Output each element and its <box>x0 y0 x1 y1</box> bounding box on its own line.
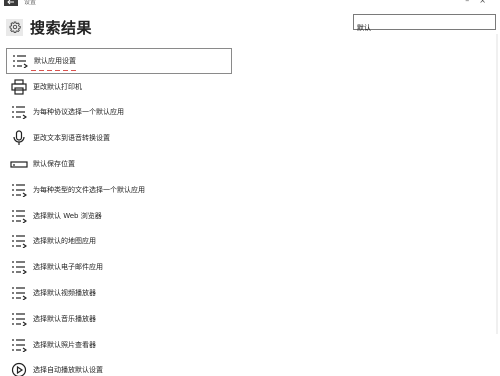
scrollbar[interactable] <box>496 34 498 334</box>
search-result-item[interactable]: 选择默认电子邮件应用 <box>6 254 232 280</box>
page-title: 搜索结果 <box>30 18 93 37</box>
drive-icon <box>9 154 29 174</box>
search-result-item[interactable]: 默认应用设置 <box>6 48 232 74</box>
list-arrow-icon <box>9 309 29 329</box>
search-result-item[interactable]: 选择默认视频播放器 <box>6 280 232 306</box>
search-result-item[interactable]: 选择默认的地图应用 <box>6 229 232 255</box>
search-result-label: 选择默认电子邮件应用 <box>33 263 103 272</box>
list-arrow-icon <box>9 206 29 226</box>
back-arrow-icon <box>7 0 14 5</box>
search-result-label: 选择默认 Web 浏览器 <box>33 211 102 220</box>
minimize-icon[interactable]: – <box>465 0 479 5</box>
search-input[interactable] <box>354 21 495 35</box>
search-result-label: 默认应用设置 <box>34 56 76 65</box>
list-arrow-icon <box>9 257 29 277</box>
list-arrow-icon <box>9 102 29 122</box>
search-result-label: 为每种协议选择一个默认应用 <box>33 108 124 117</box>
search-result-label: 选择默认音乐播放器 <box>33 314 96 323</box>
list-arrow-icon <box>10 51 30 71</box>
search-result-item[interactable]: 选择默认照片查看器 <box>6 332 232 358</box>
gear-icon <box>6 18 23 36</box>
search-results-list: 默认应用设置 更改默认打印机为每种协议选择一个默认应用 更改文本到语音转换设置 默认保… <box>6 48 232 376</box>
list-arrow-icon <box>9 231 29 251</box>
title-bar: 设置 –× <box>0 0 500 8</box>
autoplay-icon <box>9 360 29 376</box>
page-header: 搜索结果 <box>6 16 92 38</box>
search-result-item[interactable]: 更改文本到语音转换设置 <box>6 125 232 151</box>
search-result-item[interactable]: 为每种协议选择一个默认应用 <box>6 100 232 126</box>
search-result-item[interactable]: 更改默认打印机 <box>6 74 232 100</box>
window-controls: –× <box>465 0 496 5</box>
search-box[interactable] <box>353 14 496 35</box>
search-result-item[interactable]: 选择自动播放默认设置 <box>6 358 232 376</box>
search-result-label: 选择默认照片查看器 <box>33 340 96 349</box>
list-arrow-icon <box>9 335 29 355</box>
search-result-label: 为每种类型的文件选择一个默认应用 <box>33 185 145 194</box>
search-result-label: 默认保存位置 <box>33 160 75 169</box>
search-result-label: 更改默认打印机 <box>33 82 82 91</box>
back-button[interactable] <box>4 0 18 6</box>
list-arrow-icon <box>9 283 29 303</box>
close-icon[interactable]: × <box>479 0 496 5</box>
printer-icon <box>9 77 29 97</box>
search-result-item[interactable]: 默认保存位置 <box>6 151 232 177</box>
microphone-icon <box>9 128 29 148</box>
list-arrow-icon <box>9 180 29 200</box>
window-title: 设置 <box>24 0 37 6</box>
search-result-item[interactable]: 选择默认 Web 浏览器 <box>6 203 232 229</box>
search-result-item[interactable]: 为每种类型的文件选择一个默认应用 <box>6 177 232 203</box>
search-result-label: 选择默认视频播放器 <box>33 289 96 298</box>
search-result-label: 选择默认的地图应用 <box>33 237 96 246</box>
search-result-item[interactable]: 选择默认音乐播放器 <box>6 306 232 332</box>
search-result-label: 选择自动播放默认设置 <box>33 366 103 375</box>
search-result-label: 更改文本到语音转换设置 <box>33 134 110 143</box>
annotation-underline <box>31 70 79 71</box>
